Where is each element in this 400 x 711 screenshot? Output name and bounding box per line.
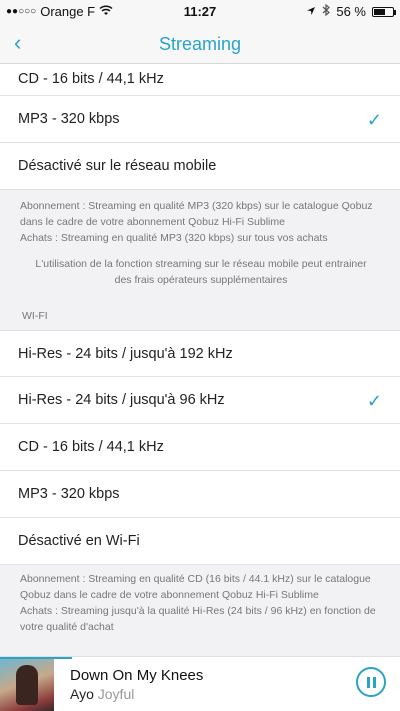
option-label: CD - 16 bits / 44,1 kHz bbox=[18, 439, 164, 455]
artist-name: Ayo bbox=[70, 686, 94, 702]
wifi-info: Abonnement : Streaming en qualité CD (16… bbox=[0, 565, 400, 645]
track-title: Down On My Knees bbox=[70, 667, 204, 684]
wifi-purchases-info: Achats : Streaming jusqu'à la qualité Hi… bbox=[20, 605, 376, 633]
page-title: Streaming bbox=[158, 34, 242, 54]
mobile-option-cd[interactable]: CD - 16 bits / 44,1 kHz bbox=[0, 64, 400, 96]
bluetooth-icon bbox=[322, 3, 331, 19]
wifi-section-header: WI-FI bbox=[22, 310, 48, 322]
option-label: Hi-Res - 24 bits / jusqu'à 96 kHz bbox=[18, 392, 225, 408]
mobile-info: Abonnement : Streaming en qualité MP3 (3… bbox=[0, 190, 400, 298]
album-name: Joyful bbox=[97, 686, 135, 702]
battery-icon bbox=[372, 6, 396, 17]
wifi-option-disabled[interactable]: Désactivé en Wi-Fi bbox=[0, 518, 400, 565]
settings-list[interactable]: CD - 16 bits / 44,1 kHz MP3 - 320 kbps ✓… bbox=[0, 64, 400, 656]
location-arrow-icon bbox=[306, 4, 316, 19]
status-bar: ●●○○○ Orange F 11:27 56 % bbox=[0, 0, 400, 22]
mobile-subscription-info: Abonnement : Streaming en qualité MP3 (3… bbox=[20, 200, 373, 228]
wifi-option-hires-192[interactable]: Hi-Res - 24 bits / jusqu'à 192 kHz bbox=[0, 330, 400, 377]
option-label: CD - 16 bits / 44,1 kHz bbox=[18, 71, 164, 87]
checkmark-icon: ✓ bbox=[366, 391, 382, 411]
mobile-warning: L'utilisation de la fonction streaming s… bbox=[35, 258, 367, 286]
wifi-option-mp3[interactable]: MP3 - 320 kbps bbox=[0, 471, 400, 518]
mini-player[interactable]: Down On My Knees Ayo Joyful bbox=[0, 656, 400, 711]
mobile-option-mp3[interactable]: MP3 - 320 kbps ✓ bbox=[0, 96, 400, 143]
pause-icon bbox=[367, 677, 370, 688]
mobile-option-disabled[interactable]: Désactivé sur le réseau mobile bbox=[0, 143, 400, 190]
option-label: MP3 - 320 kbps bbox=[18, 486, 120, 502]
mobile-purchases-info: Achats : Streaming en qualité MP3 (320 k… bbox=[20, 232, 328, 244]
wifi-option-hires-96[interactable]: Hi-Res - 24 bits / jusqu'à 96 kHz ✓ bbox=[0, 377, 400, 424]
battery-fill bbox=[374, 8, 386, 15]
wifi-subscription-info: Abonnement : Streaming en qualité CD (16… bbox=[20, 573, 371, 601]
track-artist-line: Ayo Joyful bbox=[70, 686, 134, 702]
option-label: Désactivé sur le réseau mobile bbox=[18, 158, 217, 174]
wifi-option-cd[interactable]: CD - 16 bits / 44,1 kHz bbox=[0, 424, 400, 471]
navigation-bar: ‹ Streaming bbox=[0, 22, 400, 64]
option-label: Hi-Res - 24 bits / jusqu'à 192 kHz bbox=[18, 345, 233, 362]
option-label: Désactivé en Wi-Fi bbox=[18, 533, 140, 549]
checkmark-icon: ✓ bbox=[366, 110, 382, 130]
album-cover[interactable] bbox=[0, 659, 54, 711]
option-label: MP3 - 320 kbps bbox=[18, 111, 120, 127]
battery-percent: 56 % bbox=[336, 4, 366, 19]
pause-button[interactable] bbox=[356, 667, 386, 697]
